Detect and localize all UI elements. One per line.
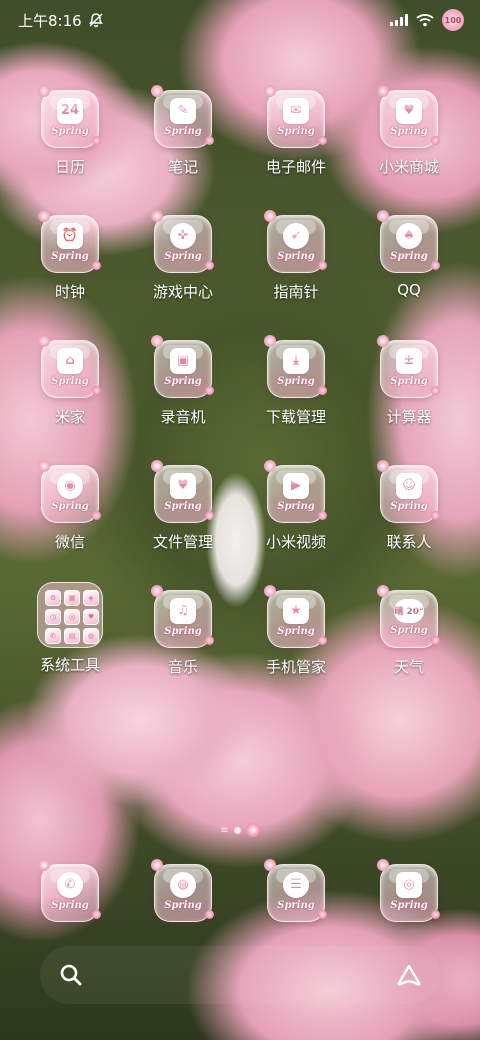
phone-icon: ✆ Spring: [38, 859, 101, 922]
download-icon: ⤓ Spring: [264, 335, 327, 398]
app-clock[interactable]: ⏰ Spring 时钟: [20, 210, 120, 325]
page-dot: [233, 826, 241, 834]
settings-mini-icon: ⚙: [45, 590, 61, 606]
assistant-icon: [397, 964, 421, 986]
contacts-icon: ☺ Spring: [377, 460, 440, 523]
gamepad-icon: ✜ Spring: [151, 210, 214, 273]
app-label: 笔记: [167, 158, 198, 176]
app-music[interactable]: ♫ Spring 音乐: [133, 585, 233, 700]
app-label: 电子邮件: [265, 158, 326, 176]
weather-icon: 晴 20° Spring: [377, 585, 440, 648]
app-contacts[interactable]: ☺ Spring 联系人: [359, 460, 459, 575]
gallery-mini-icon: ▦: [64, 590, 80, 606]
video-camera-icon: ▶ Spring: [264, 460, 327, 523]
clock-mini-icon: ◷: [45, 609, 61, 625]
app-calculator[interactable]: ± Spring 计算器: [359, 335, 459, 450]
theme-mini-icon: ♥: [83, 609, 99, 625]
wechat-icon: ◉ Spring: [38, 460, 101, 523]
app-notes[interactable]: ✎ Spring 笔记: [133, 85, 233, 200]
app-qq[interactable]: ♠ Spring QQ: [359, 210, 459, 325]
app-mi-store[interactable]: ♥ Spring 小米商城: [359, 85, 459, 200]
browser-globe-icon: ◍ Spring: [151, 859, 214, 922]
app-mijia[interactable]: ⌂ Spring 米家: [20, 335, 120, 450]
browser-mini-icon: ◍: [83, 628, 99, 644]
app-weather[interactable]: 晴 20° Spring 天气: [359, 585, 459, 700]
mail-icon: ✉ Spring: [264, 85, 327, 148]
app-label: 下载管理: [265, 408, 326, 426]
app-label: 天气: [393, 658, 424, 676]
folder-system-tools[interactable]: ⚙ ▦ ◈ ◷ ◎ ♥ ✆ ▤ ◍ 系统工具: [20, 582, 120, 696]
app-label: QQ: [397, 281, 421, 299]
app-label: 系统工具: [39, 656, 100, 674]
calendar-mini-icon: ▤: [64, 628, 80, 644]
app-label: 米家: [54, 408, 85, 426]
compass-icon: ➶ Spring: [264, 210, 327, 273]
mijia-icon: ⌂ Spring: [38, 335, 101, 398]
recorder-icon: ▣ Spring: [151, 335, 214, 398]
folder-system-tools-icon: ⚙ ▦ ◈ ◷ ◎ ♥ ✆ ▤ ◍: [37, 582, 103, 648]
app-label: 文件管理: [152, 533, 213, 551]
dock: ✆ Spring ◍ Spring ☰ Spring ◎ Spring: [0, 859, 480, 940]
folder-icon: ♥ Spring: [151, 460, 214, 523]
search-button[interactable]: [56, 960, 86, 990]
security-mini-icon: ◈: [83, 590, 99, 606]
app-label: 时钟: [54, 283, 85, 301]
phone-mini-icon: ✆: [45, 628, 61, 644]
app-label: 音乐: [167, 658, 198, 676]
app-recorder[interactable]: ▣ Spring 录音机: [133, 335, 233, 450]
headphones-icon: ♫ Spring: [151, 585, 214, 648]
app-label: 联系人: [386, 533, 432, 551]
app-label: 游戏中心: [152, 283, 213, 301]
app-compass[interactable]: ➶ Spring 指南针: [246, 210, 346, 325]
calendar-icon: 24 Spring: [38, 85, 101, 148]
app-wechat[interactable]: ◉ Spring 微信: [20, 460, 120, 575]
page-dot-current: [245, 823, 260, 837]
app-phone-manager[interactable]: ★ Spring 手机管家: [246, 585, 346, 700]
app-label: 日历: [54, 158, 85, 176]
message-icon: ☰ Spring: [264, 859, 327, 922]
app-downloads[interactable]: ⤓ Spring 下载管理: [246, 335, 346, 450]
notes-icon: ✎ Spring: [151, 85, 214, 148]
app-mi-video[interactable]: ▶ Spring 小米视频: [246, 460, 346, 575]
app-email[interactable]: ✉ Spring 电子邮件: [246, 85, 346, 200]
clock-icon: ⏰ Spring: [38, 210, 101, 273]
bottom-bar: [40, 946, 440, 1004]
assistant-button[interactable]: [394, 960, 424, 990]
app-file-manager[interactable]: ♥ Spring 文件管理: [133, 460, 233, 575]
qq-penguin-icon: ♠ Spring: [377, 210, 440, 273]
page-indicator[interactable]: ≡: [0, 822, 480, 838]
app-label: 微信: [54, 533, 85, 551]
shopping-bag-icon: ♥ Spring: [377, 85, 440, 148]
camera-icon: ◎ Spring: [377, 859, 440, 922]
app-label: 指南针: [273, 283, 319, 301]
search-icon: [60, 964, 82, 986]
app-label: 录音机: [160, 408, 206, 426]
app-game-center[interactable]: ✜ Spring 游戏中心: [133, 210, 233, 325]
app-label: 小米视频: [265, 533, 326, 551]
app-label: 手机管家: [265, 658, 326, 676]
calculator-icon: ± Spring: [377, 335, 440, 398]
app-label: 计算器: [386, 408, 432, 426]
app-calendar[interactable]: 24 Spring 日历: [20, 85, 120, 200]
camera-mini-icon: ◎: [64, 609, 80, 625]
shield-icon: ★ Spring: [264, 585, 327, 648]
app-label: 小米商城: [378, 158, 439, 176]
app-grid: 24 Spring 日历 ✎ Spring 笔记 ✉ Spring 电子邮件 ♥…: [0, 0, 480, 720]
page-menu-icon: ≡: [220, 824, 229, 836]
